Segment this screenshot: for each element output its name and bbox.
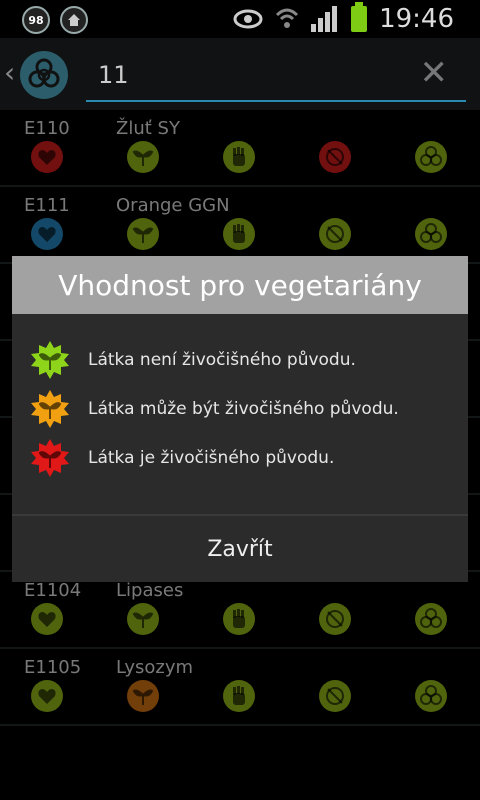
signal-icon	[311, 6, 338, 32]
dialog-title: Vhodnost pro vegetariány	[12, 256, 468, 314]
search-input[interactable]	[98, 58, 398, 92]
battery-icon	[351, 2, 368, 32]
notification-badge: 98	[22, 6, 50, 34]
eye-icon	[233, 9, 263, 29]
orange-leaf-icon	[31, 390, 69, 428]
legend-text: Látka není živočišného původu.	[88, 350, 356, 370]
home-icon	[60, 6, 88, 34]
clock: 19:46	[379, 4, 454, 34]
wifi-icon	[276, 8, 299, 28]
legend-text: Látka může být živočišného původu.	[88, 399, 399, 419]
red-leaf-icon	[31, 439, 69, 477]
legend-item: Látka je živočišného původu.	[30, 436, 450, 480]
legend-item: Látka není živočišného původu.	[30, 338, 450, 382]
clear-icon[interactable]: ✕	[420, 56, 449, 90]
status-bar: 98 19:46	[0, 0, 480, 38]
search-box: ✕	[86, 50, 466, 102]
close-button[interactable]: Zavřít	[12, 516, 468, 582]
biohazard-logo-icon[interactable]	[20, 51, 68, 99]
legend-item: Látka může být živočišného původu.	[30, 387, 450, 431]
green-leaf-icon	[31, 341, 69, 379]
legend-dialog: Vhodnost pro vegetariány Látka není živo…	[12, 256, 468, 582]
legend-text: Látka je živočišného původu.	[88, 448, 335, 468]
search-bar: ‹ ✕	[0, 38, 480, 110]
back-chevron-icon[interactable]: ‹	[4, 56, 15, 89]
